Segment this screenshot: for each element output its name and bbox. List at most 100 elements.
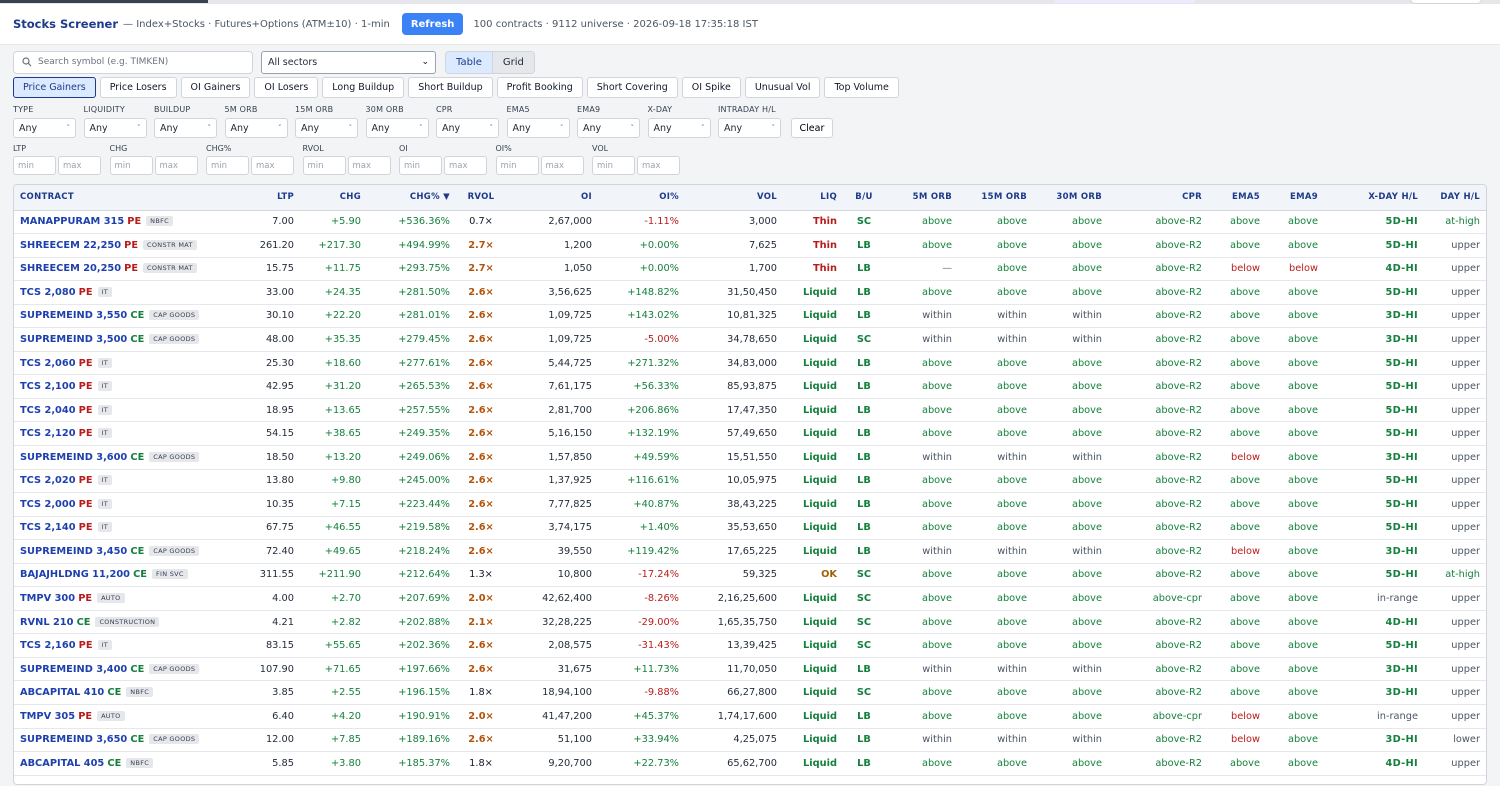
preset-oi-gainers[interactable]: OI Gainers	[180, 77, 251, 98]
contract-symbol[interactable]: BAJAJHLDNG 11,200	[20, 569, 130, 580]
table-row[interactable]: SUPREMEIND 3,650 CE CAP GOODS 12.00 +7.85 +1…	[14, 728, 1486, 753]
contract-symbol[interactable]: TMPV 300	[20, 593, 75, 604]
range-max-input[interactable]: max	[637, 156, 680, 175]
contract-cell[interactable]: TCS 2,060 PE IT	[14, 351, 234, 376]
contract-cell[interactable]: RVNL 210 CE CONSTRUCTION	[14, 610, 234, 635]
filter-select[interactable]: Any ˅	[506, 118, 570, 138]
column-header-vol[interactable]: VOL	[685, 185, 783, 211]
column-header-oi[interactable]: OI	[506, 185, 598, 211]
table-row[interactable]: SUPREMEIND 3,400 CE CAP GOODS 107.90 +71.65…	[14, 657, 1486, 682]
table-row[interactable]: SHREECEM 20,250 PE CONSTR MAT 15.75 +11.75 +…	[14, 257, 1486, 282]
contract-symbol[interactable]: TCS 2,060	[20, 358, 76, 369]
range-max-input[interactable]: max	[347, 156, 391, 175]
contract-cell[interactable]: SUPREMEIND 3,500 CE CAP GOODS	[14, 327, 234, 352]
table-row[interactable]: TCS 2,000 PE IT 10.35 +7.15 +223.44% 2.6× 7,77…	[14, 492, 1486, 517]
column-header-30m-orb[interactable]: 30M ORB	[1033, 185, 1108, 211]
contract-cell[interactable]: TCS 2,160 PE IT	[14, 633, 234, 658]
contract-cell[interactable]: MANAPPURAM 315 PE NBFC	[14, 210, 234, 235]
column-header-ema5[interactable]: EMA5	[1208, 185, 1266, 211]
table-row[interactable]: MANAPPURAM 315 PE NBFC 7.00 +5.90 +536.36% 0.…	[14, 210, 1486, 235]
column-header-chg[interactable]: CHG	[300, 185, 367, 211]
table-row[interactable]: TCS 2,040 PE IT 18.95 +13.65 +257.55% 2.6× 2,8…	[14, 398, 1486, 423]
column-header-ltp[interactable]: LTP	[234, 185, 300, 211]
table-row[interactable]: SHREECEM 22,250 PE CONSTR MAT 261.20 +217.3…	[14, 233, 1486, 258]
range-max-input[interactable]: max	[444, 156, 487, 175]
table-row[interactable]: TCS 2,060 PE IT 25.30 +18.60 +277.61% 2.6× 5,4…	[14, 351, 1486, 376]
table-row[interactable]: BAJAJHLDNG 11,200 CE FIN SVC 311.55 +211.90…	[14, 563, 1486, 588]
column-header-5m-orb[interactable]: 5M ORB	[885, 185, 958, 211]
contract-symbol[interactable]: SUPREMEIND 3,550	[20, 310, 127, 321]
contract-symbol[interactable]: ABCAPITAL 405	[20, 758, 104, 769]
contract-symbol[interactable]: RVNL 210	[20, 617, 73, 628]
range-min-input[interactable]: min	[302, 156, 346, 175]
table-row[interactable]: SUPREMEIND 3,550 CE CAP GOODS 30.10 +22.20 +…	[14, 304, 1486, 329]
column-header-contract[interactable]: CONTRACT	[14, 185, 234, 211]
contract-cell[interactable]: SUPREMEIND 3,450 CE CAP GOODS	[14, 539, 234, 564]
column-header-b-u[interactable]: B/U	[843, 185, 885, 211]
contract-cell[interactable]: SHREECEM 20,250 PE CONSTR MAT	[14, 257, 234, 282]
filter-select[interactable]: Any ˅	[154, 118, 217, 138]
table-row[interactable]: SUPREMEIND 3,450 CE CAP GOODS 72.40 +49.65 +…	[14, 539, 1486, 564]
table-row[interactable]: TCS 2,020 PE IT 13.80 +9.80 +245.00% 2.6× 1,37…	[14, 469, 1486, 494]
contract-symbol[interactable]: TCS 2,100	[20, 381, 76, 392]
contract-cell[interactable]: TMPV 305 PE AUTO	[14, 704, 234, 729]
range-min-input[interactable]: min	[399, 156, 442, 175]
range-min-input[interactable]: min	[109, 156, 153, 175]
filter-select[interactable]: Any ˅	[647, 118, 711, 138]
column-header-chg[interactable]: CHG% ▼	[367, 185, 456, 211]
contract-cell[interactable]: BAJAJHLDNG 11,200 CE FIN SVC	[14, 563, 234, 588]
contract-cell[interactable]: ABCAPITAL 405 CE NBFC	[14, 751, 234, 776]
column-header-cpr[interactable]: CPR	[1108, 185, 1208, 211]
contract-cell[interactable]: TCS 2,100 PE IT	[14, 374, 234, 399]
view-grid-button[interactable]: Grid	[492, 51, 534, 73]
search-input[interactable]: Search symbol (e.g. TIMKEN)	[13, 50, 253, 74]
contract-cell[interactable]: TMPV 300 PE AUTO	[14, 586, 234, 611]
filter-select[interactable]: Any ˅	[13, 118, 76, 138]
contract-cell[interactable]: SUPREMEIND 3,600 CE CAP GOODS	[14, 445, 234, 470]
contract-symbol[interactable]: SUPREMEIND 3,650	[20, 734, 127, 745]
table-row[interactable]: RVNL 210 CE CONSTRUCTION 4.21 +2.82 +202.88%…	[14, 610, 1486, 635]
range-min-input[interactable]: min	[495, 156, 539, 175]
preset-unusual-vol[interactable]: Unusual Vol	[744, 77, 821, 98]
table-row[interactable]: TCS 2,100 PE IT 42.95 +31.20 +265.53% 2.6× 7,6…	[14, 374, 1486, 399]
table-row[interactable]: TCS 2,120 PE IT 54.15 +38.65 +249.35% 2.6× 5,1…	[14, 421, 1486, 446]
range-max-input[interactable]: max	[540, 156, 584, 175]
contract-symbol[interactable]: TCS 2,020	[20, 475, 76, 486]
filter-select[interactable]: Any ˅	[365, 118, 429, 138]
contract-cell[interactable]: TCS 2,040 PE IT	[14, 398, 234, 423]
contract-cell[interactable]: TCS 2,080 PE IT	[14, 280, 234, 305]
table-row[interactable]: ABCAPITAL 405 CE NBFC 5.85 +3.80 +185.37% 1.8…	[14, 751, 1486, 776]
contract-cell[interactable]: SUPREMEIND 3,400 CE CAP GOODS	[14, 657, 234, 682]
contract-cell[interactable]: TCS 2,120 PE IT	[14, 421, 234, 446]
filter-select[interactable]: Any ˅	[577, 118, 640, 138]
preset-short-covering[interactable]: Short Covering	[586, 77, 678, 98]
contract-symbol[interactable]: SUPREMEIND 3,600	[20, 452, 127, 463]
table-row[interactable]: TCS 2,080 PE IT 33.00 +24.35 +281.50% 2.6× 3,5…	[14, 280, 1486, 305]
range-min-input[interactable]: min	[592, 156, 635, 175]
preset-top-volume[interactable]: Top Volume	[824, 77, 899, 98]
preset-price-losers[interactable]: Price Losers	[99, 77, 177, 98]
column-header-oi[interactable]: OI%	[598, 185, 685, 211]
column-header-x-day-h-l[interactable]: X-DAY H/L	[1324, 185, 1424, 211]
table-row[interactable]: ABCAPITAL 410 CE NBFC 3.85 +2.55 +196.15% 1.8…	[14, 680, 1486, 705]
contract-symbol[interactable]: TCS 2,160	[20, 640, 76, 651]
sector-select[interactable]: All sectors ⌄	[261, 50, 436, 74]
contract-symbol[interactable]: SUPREMEIND 3,400	[20, 664, 127, 675]
contract-symbol[interactable]: SHREECEM 20,250	[20, 263, 121, 274]
table-row[interactable]: TMPV 300 PE AUTO 4.00 +2.70 +207.69% 2.0× 42,6…	[14, 586, 1486, 611]
contract-cell[interactable]: TCS 2,020 PE IT	[14, 469, 234, 494]
contract-cell[interactable]: SUPREMEIND 3,550 CE CAP GOODS	[14, 304, 234, 329]
column-header-day-h-l[interactable]: DAY H/L	[1424, 185, 1486, 211]
preset-oi-spike[interactable]: OI Spike	[681, 77, 741, 98]
filter-select[interactable]: Any ˅	[83, 118, 147, 138]
column-header-rvol[interactable]: RVOL	[456, 185, 506, 211]
range-min-input[interactable]: min	[13, 156, 56, 175]
filter-select[interactable]: Any ˅	[436, 118, 499, 138]
column-header-ema9[interactable]: EMA9	[1266, 185, 1324, 211]
preset-long-buildup[interactable]: Long Buildup	[322, 77, 405, 98]
column-header-15m-orb[interactable]: 15M ORB	[958, 185, 1033, 211]
contract-cell[interactable]: TCS 2,000 PE IT	[14, 492, 234, 517]
filter-select[interactable]: Any ˅	[224, 118, 288, 138]
table-row[interactable]: TCS 2,140 PE IT 67.75 +46.55 +219.58% 2.6× 3,7…	[14, 516, 1486, 541]
filter-select[interactable]: Any ˅	[295, 118, 358, 138]
